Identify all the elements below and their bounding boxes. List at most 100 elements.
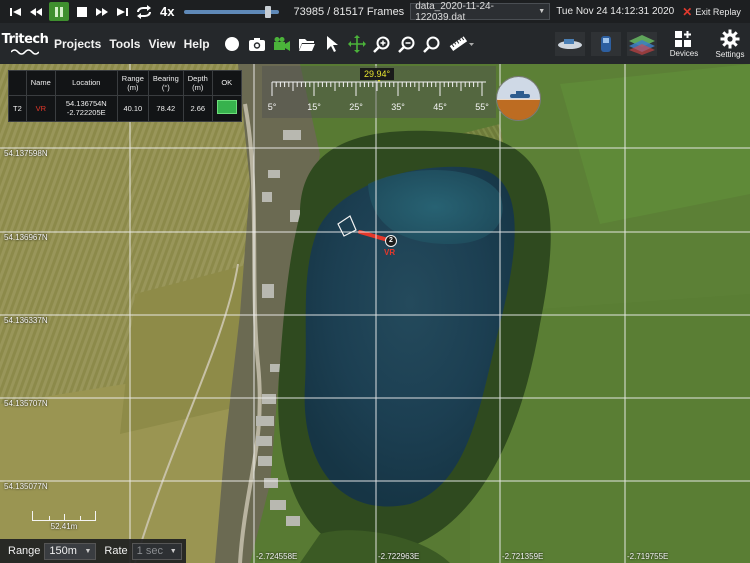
longitude-label: -2.722963E — [378, 552, 420, 561]
select-tool-button[interactable] — [320, 31, 345, 56]
table-row[interactable]: T2 VR 54.136754N -2.722205E 40.10 78.42 … — [9, 95, 241, 121]
menu-view[interactable]: View — [148, 37, 175, 51]
target-marker[interactable]: 2 — [385, 235, 397, 247]
wave-icon — [11, 49, 39, 55]
replay-file-name: data_2020-11-24-122039.dat — [415, 0, 494, 23]
rate-select[interactable]: 1 sec ▼ — [131, 542, 182, 560]
settings-label: Settings — [715, 49, 745, 59]
exit-replay-button[interactable]: ✕ Exit Replay — [682, 5, 741, 19]
zoom-in-button[interactable] — [370, 31, 395, 56]
move-icon — [348, 34, 367, 53]
map-scale-bar: 52.41m — [32, 511, 96, 531]
rate-label: Rate — [104, 545, 128, 557]
frames-label: Frames — [366, 5, 405, 18]
stop-icon — [77, 6, 87, 17]
playback-bar: 4x 73985 / 81517 Frames data_2020-11-24-… — [0, 0, 750, 23]
menu-help[interactable]: Help — [184, 37, 210, 51]
gear-icon — [720, 29, 740, 48]
target-name: VR — [26, 95, 56, 121]
video-record-button[interactable] — [270, 31, 295, 56]
satellite-imagery — [0, 64, 750, 563]
menu-tools[interactable]: Tools — [109, 37, 140, 51]
longitude-label: -2.719755E — [627, 552, 669, 561]
column-header: OK — [212, 71, 241, 96]
camera-icon — [249, 37, 266, 51]
pan-tool-button[interactable] — [345, 31, 370, 56]
playback-progress-slider[interactable] — [184, 5, 280, 18]
target-id: T2 — [9, 95, 27, 121]
devices-button[interactable]: Devices — [664, 30, 704, 58]
menu-bar: Tritech Projects Tools View Help Devices… — [0, 23, 750, 64]
folder-open-icon — [299, 38, 316, 51]
settings-button[interactable]: Settings — [710, 29, 750, 59]
map-view[interactable]: 54.137598N 54.136967N 54.136337N 54.1357… — [0, 64, 750, 563]
close-icon: ✕ — [682, 4, 693, 19]
scale-bar-label: 52.41m — [50, 522, 78, 531]
rewind-icon — [30, 7, 42, 16]
logo-text: Tritech — [1, 32, 49, 47]
vehicle-layer-button[interactable] — [554, 29, 586, 59]
fast-forward-icon — [96, 7, 108, 16]
frame-current: 73985 — [293, 5, 325, 18]
rewind-button[interactable] — [26, 2, 46, 21]
playback-speed[interactable]: 4x — [160, 4, 174, 19]
pointer-icon — [327, 35, 339, 52]
playback-slider-handle[interactable] — [265, 5, 272, 18]
column-header: Range (m) — [117, 71, 149, 96]
record-button[interactable] — [220, 31, 245, 56]
latitude-label: 54.136967N — [4, 233, 48, 242]
replay-file-select[interactable]: data_2020-11-24-122039.dat ▼ — [410, 0, 551, 23]
zoom-reset-icon — [423, 36, 440, 53]
range-label: Range — [8, 545, 41, 557]
longitude-label: -2.724558E — [256, 552, 298, 561]
chevron-down-icon: ▼ — [169, 547, 177, 555]
ruler-icon — [449, 35, 474, 51]
range-value: 150m — [49, 545, 77, 557]
skip-end-icon — [117, 7, 128, 16]
target-depth: 2.66 — [183, 95, 213, 121]
bearing-tick-label: 15° — [307, 102, 321, 112]
right-toolbar: Devices Settings — [550, 23, 750, 64]
replay-timestamp: Tue Nov 24 14:12:31 2020 — [556, 6, 675, 17]
latitude-label: 54.137598N — [4, 149, 48, 158]
menu-projects[interactable]: Projects — [54, 37, 101, 51]
map-layers-button[interactable] — [626, 29, 658, 59]
pause-button[interactable] — [49, 2, 69, 21]
scale-bar-graphic — [32, 511, 96, 521]
exit-replay-label: Exit Replay — [695, 6, 741, 17]
frame-counter: 73985 / 81517 Frames — [293, 5, 405, 18]
bearing-tick-label: 25° — [349, 102, 363, 112]
tritech-logo: Tritech — [1, 23, 49, 64]
snapshot-button[interactable] — [245, 31, 270, 56]
sonar-icon — [591, 31, 621, 56]
stop-button[interactable] — [72, 2, 92, 21]
fast-forward-button[interactable] — [92, 2, 112, 21]
toolbar — [220, 31, 479, 56]
target-bearing: 78.42 — [148, 95, 184, 121]
range-select[interactable]: 150m ▼ — [44, 542, 97, 560]
zoom-out-button[interactable] — [395, 31, 420, 56]
bearing-value: 29.94° — [360, 68, 394, 80]
frame-total: 81517 — [333, 5, 364, 18]
latitude-label: 54.135707N — [4, 399, 48, 408]
attitude-indicator — [496, 76, 541, 121]
latitude-label: 54.136337N — [4, 316, 48, 325]
loop-button[interactable] — [134, 2, 154, 21]
sonar-layer-button[interactable] — [590, 29, 622, 59]
bottom-controls: Range 150m ▼ Rate 1 sec ▼ — [0, 539, 186, 563]
chevron-down-icon: ▼ — [84, 547, 92, 555]
zoom-in-icon — [373, 36, 390, 53]
bearing-tick-label: 35° — [391, 102, 405, 112]
open-folder-button[interactable] — [295, 31, 320, 56]
zoom-fit-button[interactable] — [420, 31, 445, 56]
target-table-header: Name Location Range (m) Bearing (°) Dept… — [9, 71, 241, 96]
zoom-out-icon — [398, 36, 415, 53]
measure-tool-button[interactable] — [445, 31, 479, 56]
skip-start-button[interactable] — [6, 2, 26, 21]
bearing-tick-label: 55° — [475, 102, 489, 112]
target-longitude: -2.722205E — [66, 108, 106, 118]
layers-icon — [627, 31, 657, 56]
skip-end-button[interactable] — [112, 2, 132, 21]
devices-icon — [675, 30, 691, 47]
video-camera-icon — [274, 36, 291, 51]
